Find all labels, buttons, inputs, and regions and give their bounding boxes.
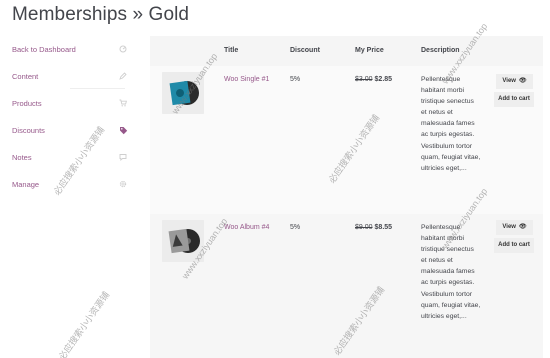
view-button[interactable]: View 👁 bbox=[496, 220, 533, 235]
price-cell: $9.00 $8.55 bbox=[355, 224, 392, 231]
eye-icon: 👁 bbox=[518, 224, 527, 230]
original-price: $9.00 bbox=[355, 224, 373, 231]
table-header: Title Discount My Price Description bbox=[150, 36, 543, 66]
view-button-label: View bbox=[502, 78, 516, 84]
product-title-link[interactable]: Woo Single #1 bbox=[224, 76, 269, 83]
product-thumbnail[interactable] bbox=[162, 72, 204, 114]
sidebar-item-label: Products bbox=[12, 99, 42, 108]
album-cover-icon bbox=[162, 72, 204, 114]
member-price: $8.55 bbox=[374, 224, 393, 231]
sidebar-item-label: Discounts bbox=[12, 126, 45, 135]
view-button-label: View bbox=[502, 224, 516, 230]
column-header-title: Title bbox=[224, 47, 239, 54]
discount-value: 5% bbox=[290, 224, 301, 231]
membership-sidebar: Back to Dashboard Content Products Disco… bbox=[0, 36, 140, 198]
sidebar-item-discounts[interactable]: Discounts bbox=[0, 117, 140, 144]
sidebar-item-back-to-dashboard[interactable]: Back to Dashboard bbox=[0, 36, 140, 63]
product-description: Pellentesque habitant morbi tristique se… bbox=[421, 76, 481, 172]
sidebar-item-label: Content bbox=[12, 72, 39, 81]
table-row: Woo Single #1 5% $3.00 $2.85 Pellentesque… bbox=[150, 66, 543, 214]
column-header-discount: Discount bbox=[290, 47, 320, 54]
sidebar-item-label: Notes bbox=[12, 153, 32, 162]
add-to-cart-button[interactable]: Add to cart bbox=[494, 92, 534, 107]
sidebar-divider bbox=[70, 88, 125, 89]
dashboard-icon bbox=[119, 45, 127, 53]
pencil-icon bbox=[119, 72, 127, 80]
price-cell: $3.00 $2.85 bbox=[355, 76, 392, 83]
product-description: Pellentesque habitant morbi tristique se… bbox=[421, 224, 481, 320]
tag-icon bbox=[119, 126, 128, 135]
product-title-link[interactable]: Woo Album #4 bbox=[224, 224, 269, 231]
sidebar-item-manage[interactable]: Manage bbox=[0, 171, 140, 198]
discount-value: 5% bbox=[290, 76, 301, 83]
original-price: $3.00 bbox=[355, 76, 373, 83]
member-price: $2.85 bbox=[374, 76, 393, 83]
sidebar-item-products[interactable]: Products bbox=[0, 90, 140, 117]
products-table: Title Discount My Price Description Woo … bbox=[150, 36, 543, 358]
product-thumbnail[interactable] bbox=[162, 220, 204, 262]
table-row: Woo Album #4 5% $9.00 $8.55 Pellentesque … bbox=[150, 214, 543, 358]
sidebar-item-notes[interactable]: Notes bbox=[0, 144, 140, 171]
album-cover-icon bbox=[162, 220, 204, 262]
watermark-cn: 必应搜索小小资源铺 bbox=[56, 289, 112, 358]
add-to-cart-button[interactable]: Add to cart bbox=[494, 238, 534, 253]
cart-icon bbox=[119, 99, 127, 107]
gear-icon bbox=[119, 180, 127, 188]
page-title: Memberships » Gold bbox=[12, 4, 190, 25]
sidebar-item-label: Manage bbox=[12, 180, 40, 189]
column-header-description: Description bbox=[421, 47, 460, 54]
comment-icon bbox=[119, 153, 127, 161]
column-header-price: My Price bbox=[355, 47, 384, 54]
view-button[interactable]: View 👁 bbox=[496, 74, 533, 89]
sidebar-item-label: Back to Dashboard bbox=[12, 45, 76, 54]
eye-icon: 👁 bbox=[518, 78, 527, 84]
sidebar-item-content[interactable]: Content bbox=[0, 63, 140, 90]
